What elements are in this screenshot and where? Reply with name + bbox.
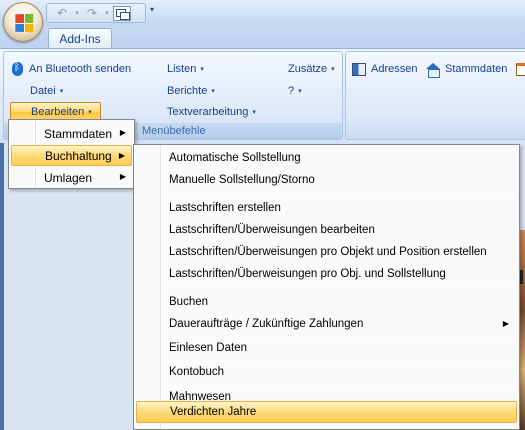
zusaetze-label: Zusätze: [288, 63, 328, 75]
adressen-button[interactable]: Adressen: [352, 59, 417, 79]
menu-separator: [166, 193, 515, 194]
menu-item-label: Manuelle Sollstellung/Storno: [169, 174, 315, 186]
menu-item-buchen[interactable]: Buchen: [136, 291, 517, 313]
quick-access-toolbar: ↶ ▾ ↷ ▾: [46, 3, 146, 23]
customize-toolbar-icon[interactable]: ▾: [150, 5, 154, 14]
help-label: ?: [288, 85, 295, 97]
chevron-down-icon: ▾: [88, 109, 92, 116]
house-icon: [426, 62, 440, 78]
bluetooth-icon: [12, 62, 23, 76]
submenu-arrow-icon: ▶: [119, 172, 126, 181]
menu-item-label: Umlagen: [44, 170, 93, 185]
chevron-down-icon: ▾: [298, 88, 302, 95]
berichte-label: Berichte: [167, 85, 208, 97]
menu-item-kontobuch[interactable]: Kontobuch: [136, 361, 517, 383]
office-logo-icon: [15, 13, 34, 33]
undo-dropdown-icon[interactable]: ▾: [73, 5, 81, 21]
chevron-down-icon: ▾: [331, 66, 335, 73]
menu-item-label: Daueraufträge / Zukünftige Zahlungen: [169, 318, 364, 330]
menu-item-buchhaltung[interactable]: Buchhaltung ▶: [11, 145, 132, 166]
menu-item-label: Lastschriften erstellen: [169, 202, 281, 214]
chevron-down-icon: ▾: [200, 66, 204, 73]
menu-item-label: Einlesen Daten: [169, 342, 247, 354]
switch-windows-icon[interactable]: [113, 5, 131, 21]
menu-item-einlesen-daten[interactable]: Einlesen Daten: [136, 337, 517, 359]
menu-item-label: Lastschriften/Überweisungen pro Objekt u…: [169, 246, 487, 258]
menu-item-automatische-sollstellung[interactable]: Automatische Sollstellung: [136, 147, 517, 169]
bearbeiten-menu: Stammdaten ▶ Buchhaltung ▶ Umlagen ▶: [8, 119, 135, 189]
menu-item-label: Automatische Sollstellung: [169, 152, 301, 164]
bluetooth-send-label: An Bluetooth senden: [29, 63, 132, 75]
zusaetze-button[interactable]: Zusätze ▾: [288, 59, 335, 79]
menu-item-label: Kontobuch: [169, 366, 224, 378]
help-button[interactable]: ? ▾: [288, 81, 302, 101]
redo-icon[interactable]: ↷: [83, 5, 101, 21]
office-button[interactable]: [3, 2, 43, 42]
buchhaltung-menu: Automatische Sollstellung Manuelle Solls…: [133, 144, 520, 430]
title-bar: ↶ ▾ ↷ ▾ ▾: [0, 0, 525, 26]
datei-button[interactable]: Datei ▾: [30, 81, 63, 101]
menu-item-label: Stammdaten: [44, 126, 113, 141]
chevron-down-icon: ▾: [252, 109, 256, 116]
textverarbeitung-button[interactable]: Textverarbeitung ▾: [167, 102, 256, 122]
menu-separator: [166, 287, 515, 288]
stammdaten-button[interactable]: Stammdaten: [426, 59, 507, 79]
menu-item-lastschriften-pro-sollstellung[interactable]: Lastschriften/Überweisungen pro Obj. und…: [136, 263, 517, 285]
textverarbeitung-label: Textverarbeitung: [167, 106, 249, 118]
menu-item-manuelle-sollstellung[interactable]: Manuelle Sollstellung/Storno: [136, 169, 517, 191]
chevron-down-icon: ▾: [211, 88, 215, 95]
menu-item-label: Verdichten Jahre: [170, 406, 257, 418]
tab-add-ins[interactable]: Add-Ins: [48, 28, 112, 49]
bluetooth-send-button[interactable]: An Bluetooth senden: [12, 59, 131, 79]
menu-item-lastschriften-pro-objekt[interactable]: Lastschriften/Überweisungen pro Objekt u…: [136, 241, 517, 263]
stammdaten-ribbon-label: Stammdaten: [445, 63, 508, 75]
ribbon-tab-row: Add-Ins: [0, 26, 525, 49]
menu-item-label: Buchhaltung: [45, 148, 112, 163]
submenu-arrow-icon: ▶: [118, 151, 125, 160]
datei-label: Datei: [30, 85, 56, 97]
menu-item-label: Buchen: [169, 296, 209, 308]
menu-item-label: Lastschriften/Überweisungen pro Obj. und…: [169, 268, 446, 280]
chevron-down-icon: ▾: [59, 88, 64, 95]
address-book-icon: [352, 62, 366, 76]
bearbeiten-label: Bearbeiten: [31, 106, 85, 118]
menu-item-umlagen[interactable]: Umlagen ▶: [11, 167, 132, 188]
menu-item-stammdaten[interactable]: Stammdaten ▶: [11, 123, 132, 144]
menu-item-label: Lastschriften/Überweisungen bearbeiten: [169, 224, 375, 236]
listen-button[interactable]: Listen ▾: [167, 59, 204, 79]
berichte-button[interactable]: Berichte ▾: [167, 81, 215, 101]
menu-item-lastschriften-erstellen[interactable]: Lastschriften erstellen: [136, 197, 517, 219]
menu-item-dauerauftraege[interactable]: Daueraufträge / Zukünftige Zahlungen ▶: [136, 313, 517, 335]
redo-dropdown-icon[interactable]: ▾: [103, 5, 111, 21]
submenu-arrow-icon: ▶: [119, 128, 126, 137]
group-shortcuts: Adressen Stammdaten: [345, 51, 525, 140]
undo-icon[interactable]: ↶: [53, 5, 71, 21]
calendar-icon: [516, 62, 525, 76]
menu-item-verdichten-jahre[interactable]: Verdichten Jahre: [136, 401, 517, 423]
listen-label: Listen: [167, 63, 197, 75]
adressen-label: Adressen: [371, 63, 418, 75]
submenu-arrow-icon: ▶: [502, 319, 509, 328]
menu-item-lastschriften-bearbeiten[interactable]: Lastschriften/Überweisungen bearbeiten: [136, 219, 517, 241]
calendar-button[interactable]: [516, 59, 525, 79]
